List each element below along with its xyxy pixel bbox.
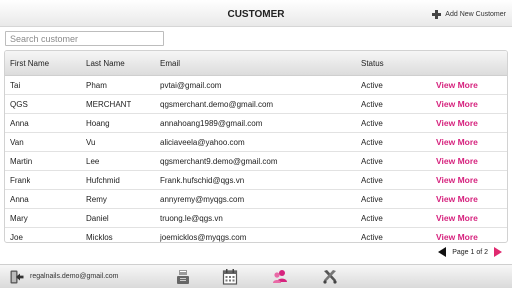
cell-status: Active [361, 118, 383, 128]
table-row[interactable]: QGS MERCHANT qgsmerchant.demo@gmail.com Act… [5, 95, 507, 114]
cell-email: truong.le@qgs.vn [160, 213, 223, 223]
customers-icon[interactable] [272, 268, 288, 285]
cell-email: annahoang1989@gmail.com [160, 118, 263, 128]
cell-first-name: Mary [10, 213, 28, 223]
column-header-first-name: First Name [10, 58, 50, 68]
plus-icon [432, 9, 442, 19]
column-header-last-name: Last Name [86, 58, 125, 68]
top-bar: CUSTOMER Add New Customer [0, 0, 512, 27]
table-row[interactable]: Van Vu aliciaveela@yahoo.com Active View Mor… [5, 133, 507, 152]
cell-last-name: Lee [86, 156, 100, 166]
pagination: Page 1 of 2 [438, 246, 502, 258]
cell-last-name: Daniel [86, 213, 109, 223]
calendar-icon[interactable] [222, 268, 238, 285]
cell-status: Active [361, 213, 383, 223]
view-more-button[interactable]: View More [436, 156, 478, 166]
register-icon[interactable] [175, 268, 191, 285]
column-header-email: Email [160, 58, 181, 68]
view-more-button[interactable]: View More [436, 80, 478, 90]
cell-status: Active [361, 99, 383, 109]
cell-email: aliciaveela@yahoo.com [160, 137, 245, 147]
view-more-button[interactable]: View More [436, 137, 478, 147]
table-header: First Name Last Name Email Status [5, 51, 507, 76]
cell-last-name: Vu [86, 137, 96, 147]
view-more-button[interactable]: View More [436, 232, 478, 242]
view-more-button[interactable]: View More [436, 118, 478, 128]
cell-first-name: Tai [10, 80, 21, 90]
cell-email: annyremy@myqgs.com [160, 194, 245, 204]
logout-icon[interactable] [10, 270, 24, 284]
cell-status: Active [361, 156, 383, 166]
bottom-toolbar: regalnails.demo@gmail.com [0, 264, 512, 288]
cell-first-name: Anna [10, 118, 29, 128]
cell-first-name: Anna [10, 194, 29, 204]
cell-last-name: Hoang [86, 118, 110, 128]
page-indicator: Page 1 of 2 [452, 248, 488, 256]
cell-email: joemicklos@myqgs.com [160, 232, 247, 242]
cell-status: Active [361, 137, 383, 147]
table-row[interactable]: Anna Remy annyremy@myqgs.com Active View Mor… [5, 190, 507, 209]
column-header-status: Status [361, 58, 384, 68]
cell-last-name: Pham [86, 80, 107, 90]
cell-first-name: Frank [10, 175, 31, 185]
view-more-button[interactable]: View More [436, 213, 478, 223]
prev-page-icon[interactable] [438, 247, 447, 257]
cell-email: qgsmerchant9.demo@gmail.com [160, 156, 278, 166]
cell-status: Active [361, 175, 383, 185]
view-more-button[interactable]: View More [436, 194, 478, 204]
cell-status: Active [361, 194, 383, 204]
cell-email: qgsmerchant.demo@gmail.com [160, 99, 274, 109]
customer-table: First Name Last Name Email Status Tai Pha… [4, 50, 508, 243]
add-new-customer-button[interactable]: Add New Customer [432, 8, 506, 20]
settings-icon[interactable] [322, 268, 338, 285]
cell-status: Active [361, 80, 383, 90]
cell-status: Active [361, 232, 383, 242]
table-row[interactable]: Frank Hufchmid Frank.hufschid@qgs.vn Active… [5, 171, 507, 190]
view-more-button[interactable]: View More [436, 175, 478, 185]
table-row[interactable]: Tai Pham pvtai@gmail.com Active View More [5, 76, 507, 95]
search-input[interactable] [5, 31, 164, 46]
cell-last-name: Hufchmid [86, 175, 120, 185]
cell-first-name: Martin [10, 156, 33, 166]
view-more-button[interactable]: View More [436, 99, 478, 109]
table-row[interactable]: Joe Micklos joemicklos@myqgs.com Active View… [5, 228, 507, 242]
next-page-icon[interactable] [494, 247, 502, 257]
cell-last-name: Micklos [86, 232, 113, 242]
cell-first-name: QGS [10, 99, 28, 109]
table-row[interactable]: Anna Hoang annahoang1989@gmail.com Active Vi… [5, 114, 507, 133]
table-row[interactable]: Mary Daniel truong.le@qgs.vn Active View Mor… [5, 209, 507, 228]
cell-last-name: MERCHANT [86, 99, 132, 109]
user-email: regalnails.demo@gmail.com [30, 273, 119, 280]
cell-first-name: Van [10, 137, 24, 147]
cell-last-name: Remy [86, 194, 107, 204]
table-row[interactable]: Martin Lee qgsmerchant9.demo@gmail.com Acti… [5, 152, 507, 171]
cell-first-name: Joe [10, 232, 23, 242]
add-new-customer-label: Add New Customer [445, 10, 506, 18]
cell-email: pvtai@gmail.com [160, 80, 222, 90]
cell-email: Frank.hufschid@qgs.vn [160, 175, 245, 185]
